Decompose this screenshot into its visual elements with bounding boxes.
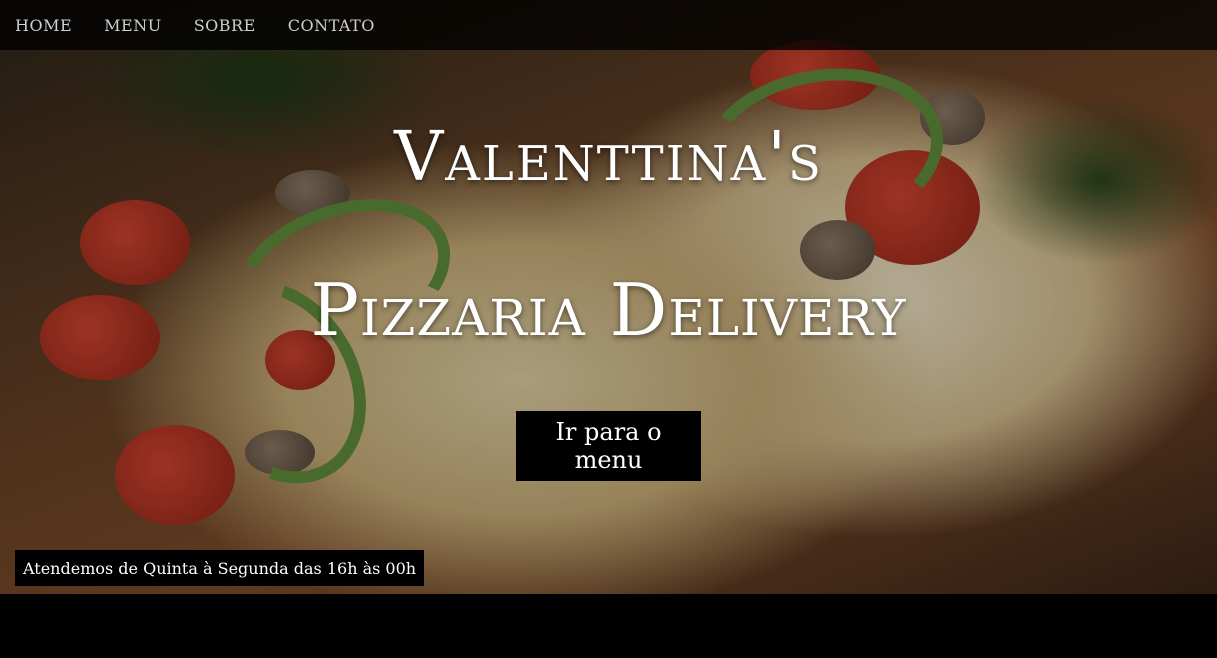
nav-link-home[interactable]: HOME [15, 16, 72, 35]
hero-title-line2: Pizzaria Delivery [310, 268, 907, 352]
opening-hours-badge: Atendemos de Quinta à Segunda das 16h às… [15, 550, 425, 586]
hero-title-line1: Valenttina's [394, 118, 823, 197]
nav-link-contato[interactable]: CONTATO [288, 16, 375, 35]
top-navbar: HOME MENU SOBRE CONTATO [0, 0, 1217, 50]
hero-background: HOME MENU SOBRE CONTATO Valenttina's Piz… [0, 0, 1217, 594]
nav-link-menu[interactable]: MENU [104, 16, 162, 35]
nav-link-sobre[interactable]: SOBRE [194, 16, 256, 35]
go-to-menu-button[interactable]: Ir para o menu [516, 411, 701, 481]
